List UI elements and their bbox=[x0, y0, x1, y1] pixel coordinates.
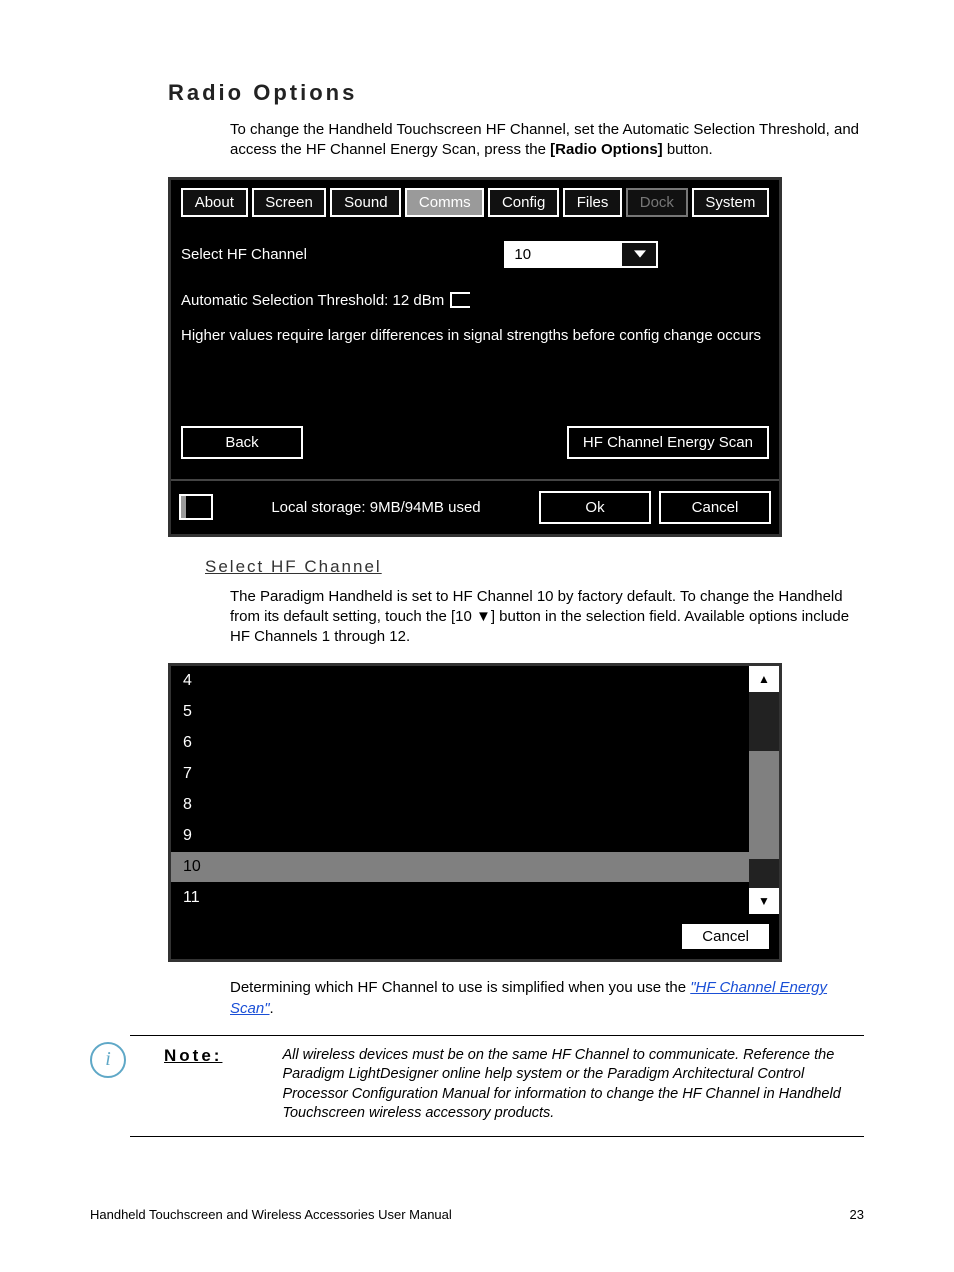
tab-system[interactable]: System bbox=[692, 188, 769, 217]
tab-sound[interactable]: Sound bbox=[330, 188, 401, 217]
intro-text-bold: [Radio Options] bbox=[550, 141, 663, 158]
intro-text-c: button. bbox=[663, 141, 713, 158]
channel-list[interactable]: 4 5 6 7 8 9 10 11 bbox=[171, 666, 749, 914]
list-item[interactable]: 4 bbox=[171, 666, 749, 697]
tab-dock: Dock bbox=[626, 188, 688, 217]
list-item[interactable]: 8 bbox=[171, 790, 749, 821]
back-button[interactable]: Back bbox=[181, 426, 303, 459]
list-item[interactable]: 6 bbox=[171, 728, 749, 759]
tab-files[interactable]: Files bbox=[563, 188, 622, 217]
tab-about[interactable]: About bbox=[181, 188, 248, 217]
para3-a: Determining which HF Channel to use is s… bbox=[230, 979, 690, 996]
list-item[interactable]: 5 bbox=[171, 697, 749, 728]
note-text: All wireless devices must be on the same… bbox=[282, 1046, 864, 1124]
scrollbar[interactable]: ▲ ▼ bbox=[749, 666, 779, 914]
list-cancel-button[interactable]: Cancel bbox=[680, 922, 771, 951]
tab-screen[interactable]: Screen bbox=[252, 188, 327, 217]
list-item[interactable]: 11 bbox=[171, 883, 749, 914]
note-row: i Note: All wireless devices must be on … bbox=[90, 1046, 864, 1124]
info-icon: i bbox=[90, 1042, 126, 1078]
footer-title: Handheld Touchscreen and Wireless Access… bbox=[90, 1207, 452, 1222]
tab-config[interactable]: Config bbox=[488, 188, 559, 217]
scroll-down-icon[interactable]: ▼ bbox=[749, 888, 779, 914]
threshold-hint: Higher values require larger differences… bbox=[181, 327, 769, 344]
threshold-label: Automatic Selection Threshold: 12 dBm bbox=[181, 292, 444, 309]
list-item[interactable]: 7 bbox=[171, 759, 749, 790]
chevron-down-icon[interactable] bbox=[622, 243, 656, 266]
ok-button[interactable]: Ok bbox=[539, 491, 651, 524]
tab-bar: About Screen Sound Comms Config Files Do… bbox=[171, 180, 779, 221]
intro-paragraph: To change the Handheld Touchscreen HF Ch… bbox=[230, 120, 864, 161]
note-label: Note: bbox=[164, 1046, 222, 1124]
page-number: 23 bbox=[850, 1207, 864, 1222]
select-hf-label: Select HF Channel bbox=[181, 246, 504, 263]
footer-bar: Local storage: 9MB/94MB used Ok Cancel bbox=[171, 479, 779, 534]
energy-scan-button[interactable]: HF Channel Energy Scan bbox=[567, 426, 769, 459]
slider-handle-icon[interactable] bbox=[450, 292, 470, 308]
channel-list-screenshot: 4 5 6 7 8 9 10 11 ▲ ▼ Cancel bbox=[168, 663, 782, 962]
storage-text: Local storage: 9MB/94MB used bbox=[221, 499, 531, 516]
determine-paragraph: Determining which HF Channel to use is s… bbox=[230, 978, 864, 1019]
cancel-button[interactable]: Cancel bbox=[659, 491, 771, 524]
scroll-track[interactable] bbox=[749, 692, 779, 888]
storage-indicator bbox=[179, 494, 213, 520]
para3-b: . bbox=[270, 1000, 274, 1017]
comms-screenshot: About Screen Sound Comms Config Files Do… bbox=[168, 177, 782, 537]
select-hf-paragraph: The Paradigm Handheld is set to HF Chann… bbox=[230, 587, 864, 648]
section-title: Radio Options bbox=[168, 80, 864, 106]
list-item[interactable]: 9 bbox=[171, 821, 749, 852]
note-rule-top bbox=[130, 1035, 864, 1036]
scroll-up-icon[interactable]: ▲ bbox=[749, 666, 779, 692]
list-item-selected[interactable]: 10 bbox=[171, 852, 749, 883]
hf-channel-dropdown[interactable]: 10 bbox=[504, 241, 658, 268]
scroll-thumb[interactable] bbox=[749, 751, 779, 859]
subheading-select-hf: Select HF Channel bbox=[205, 557, 864, 577]
tab-comms[interactable]: Comms bbox=[405, 188, 484, 217]
note-rule-bottom bbox=[130, 1136, 864, 1137]
hf-channel-value: 10 bbox=[506, 243, 622, 266]
intro-text-a: To change the Handheld Touchscreen HF Ch… bbox=[230, 121, 859, 158]
